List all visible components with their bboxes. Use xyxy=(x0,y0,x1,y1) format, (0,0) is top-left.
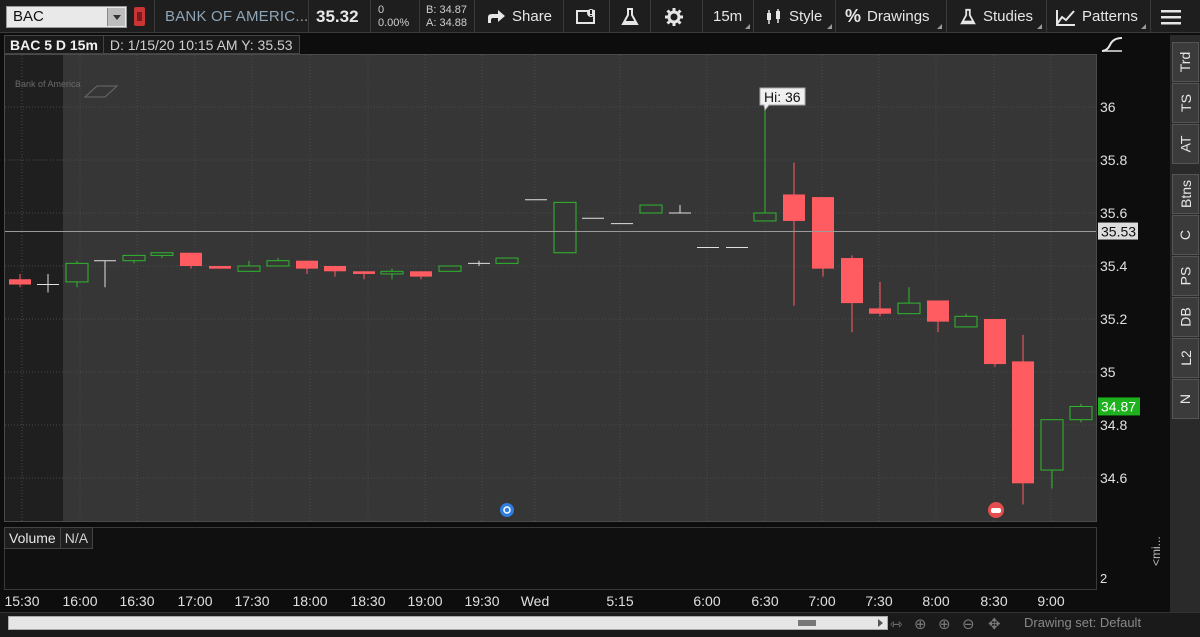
side-tab-trd[interactable]: Trd xyxy=(1172,42,1199,82)
crosshair-price-label: 35.53 xyxy=(1101,224,1136,240)
candle-body-down xyxy=(410,271,432,277)
candle-body-down xyxy=(783,194,805,221)
side-tab-label: TS xyxy=(1177,94,1194,112)
candle-body-up xyxy=(237,265,261,272)
y-tick-label: 36 xyxy=(1100,99,1116,115)
candle-body-down xyxy=(209,266,231,269)
side-tab-label: AT xyxy=(1177,135,1194,153)
candle-body-up xyxy=(1040,419,1064,471)
chart-window: BAC BANK OF AMERIC... 35.32 0 0.00% B: 3… xyxy=(0,0,1200,637)
x-tick-label: 17:00 xyxy=(177,593,212,609)
candle-body-up xyxy=(65,262,89,283)
y-tick-label: 35.8 xyxy=(1100,152,1127,168)
x-tick-label: 18:00 xyxy=(292,593,327,609)
side-tab-label: N xyxy=(1177,393,1194,405)
side-tab-ps[interactable]: PS xyxy=(1172,256,1199,296)
scrollbar-thumb[interactable] xyxy=(798,620,816,626)
volume-y-tick: 2 xyxy=(1100,571,1107,586)
volume-label[interactable]: Volume xyxy=(4,527,61,549)
candle-body-up xyxy=(438,265,462,272)
x-tick-label: 7:00 xyxy=(808,593,835,609)
candle-body-down xyxy=(324,266,346,272)
x-tick-label: 17:30 xyxy=(234,593,269,609)
side-tab-ts[interactable]: TS xyxy=(1172,83,1199,123)
side-tab-n[interactable]: N xyxy=(1172,379,1199,419)
x-tick-label: 19:00 xyxy=(407,593,442,609)
candle-body-down xyxy=(353,271,375,274)
candle-body-up xyxy=(380,270,404,275)
candle-body-down xyxy=(927,300,949,322)
y-tick-label: 35.6 xyxy=(1100,205,1127,221)
scroll-right-icon[interactable] xyxy=(874,617,888,629)
x-tick-label: 5:15 xyxy=(606,593,633,609)
side-tab-label: Btns xyxy=(1177,179,1194,209)
x-tick-label: 19:30 xyxy=(464,593,499,609)
pan-icon[interactable]: ✥ xyxy=(988,615,1001,633)
candle-body-up xyxy=(639,204,663,214)
candle-body-down xyxy=(841,258,863,304)
candle-body-up xyxy=(553,201,577,254)
hi-callout-label: Hi: 36 xyxy=(764,89,801,105)
crosshair-icon[interactable]: ⊕ xyxy=(914,615,927,633)
candle-body-down xyxy=(1012,361,1034,484)
price-chart[interactable]: 36 35.8 35.6 35.4 35.2 35 34.8 34.6 Bank of Amer… xyxy=(0,0,1170,612)
phone-icon xyxy=(991,508,1001,513)
candle-body-up xyxy=(1069,405,1093,421)
candle-body-down xyxy=(9,279,31,285)
side-tab-l2[interactable]: L2 xyxy=(1172,338,1199,378)
fit-icon[interactable]: ⇿ xyxy=(890,615,903,633)
y-tick-label: 34.6 xyxy=(1100,470,1127,486)
x-tick-label: 16:30 xyxy=(119,593,154,609)
side-tab-at[interactable]: AT xyxy=(1172,124,1199,164)
candle-body-down xyxy=(984,319,1006,365)
x-tick-label: 8:00 xyxy=(922,593,949,609)
volume-value: N/A xyxy=(60,527,94,549)
x-tick-label: 6:30 xyxy=(751,593,778,609)
y-tick-label: 35.4 xyxy=(1100,258,1127,274)
x-tick-label: 7:30 xyxy=(865,593,892,609)
side-tab-label: C xyxy=(1177,229,1194,241)
horizontal-scrollbar[interactable] xyxy=(8,616,888,630)
side-tab-label: Trd xyxy=(1177,51,1194,73)
x-tick-label: 6:00 xyxy=(693,593,720,609)
x-tick-label: 8:30 xyxy=(980,593,1007,609)
side-tab-label: DB xyxy=(1177,307,1194,327)
minimize-toggle[interactable]: <mi... xyxy=(1149,536,1167,588)
bank-flag-logo xyxy=(83,85,119,98)
x-tick-label: 9:00 xyxy=(1037,593,1064,609)
volume-header: Volume N/A xyxy=(4,527,94,549)
candle-body-up xyxy=(954,315,978,328)
y-tick-label: 34.8 xyxy=(1100,417,1127,433)
candle-body-up xyxy=(266,260,290,267)
bank-watermark: Bank of America xyxy=(15,79,81,89)
candle-body-up xyxy=(897,302,921,315)
y-tick-label: 35 xyxy=(1100,364,1116,380)
premarket-shade xyxy=(5,55,63,521)
y-tick-label: 35.2 xyxy=(1100,311,1127,327)
side-tab-db[interactable]: DB xyxy=(1172,297,1199,337)
earnings-marker-icon xyxy=(500,503,514,517)
x-tick-label: 18:30 xyxy=(350,593,385,609)
drawing-set-label[interactable]: Drawing set: Default xyxy=(1024,615,1141,630)
side-tab-c[interactable]: C xyxy=(1172,215,1199,255)
candle-body-up xyxy=(495,257,519,264)
candle-body-down xyxy=(296,260,318,269)
last-price-label: 34.87 xyxy=(1101,398,1136,414)
candle-body-up xyxy=(150,252,174,256)
x-tick-label: 16:00 xyxy=(62,593,97,609)
zoom-out-icon[interactable]: ⊖ xyxy=(962,615,975,633)
candle-body-down xyxy=(869,308,891,314)
candle-body-up xyxy=(122,254,146,262)
zoom-in-icon[interactable]: ⊕ xyxy=(938,615,951,633)
x-tick-label: 15:30 xyxy=(4,593,39,609)
side-tab-label: PS xyxy=(1177,266,1194,286)
volume-panel[interactable] xyxy=(4,527,1097,590)
x-tick-label: Wed xyxy=(521,593,550,609)
side-tab-btns[interactable]: Btns xyxy=(1172,174,1199,214)
side-tab-label: L2 xyxy=(1177,350,1194,366)
candle-body-down xyxy=(812,197,834,269)
candle-body-up xyxy=(753,212,777,222)
candle-body-down xyxy=(180,252,202,266)
